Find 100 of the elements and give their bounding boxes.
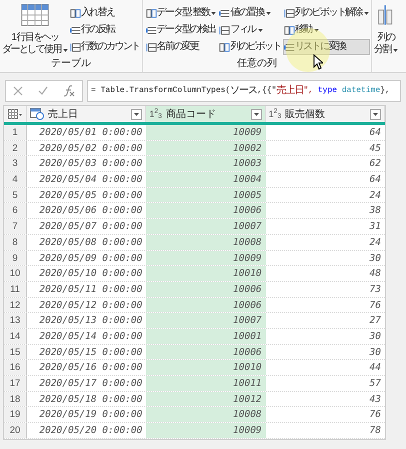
table-cell: 10012 bbox=[146, 392, 266, 406]
table-cell: 10006 bbox=[146, 298, 266, 312]
table-cell-text: 2020/05/15 0:00:00 bbox=[38, 346, 144, 360]
table-cell-text: 2020/05/06 0:00:00 bbox=[38, 204, 144, 218]
row-number: 10 bbox=[4, 266, 27, 281]
row-number: 9 bbox=[4, 250, 27, 266]
ribbon-button[interactable]: 値の置換 bbox=[218, 5, 282, 21]
button-label: 列の bbox=[378, 32, 394, 44]
row-number: 14 bbox=[4, 328, 27, 344]
split-column-button[interactable]: 列の 分割 bbox=[374, 0, 398, 72]
table-cell-text: 38 bbox=[368, 204, 382, 218]
table-cell-text: 2020/05/08 0:00:00 bbox=[38, 236, 144, 250]
table-cell-text: 64 bbox=[368, 126, 382, 140]
table-cell-text: 2020/05/16 0:00:00 bbox=[38, 361, 144, 375]
row-number: 5 bbox=[4, 188, 27, 202]
row-number: 12 bbox=[4, 298, 27, 312]
caret-icon bbox=[62, 48, 68, 52]
table-cell-text: 30 bbox=[368, 346, 382, 360]
toolbar-icon bbox=[146, 42, 157, 52]
table-cell: 10008 bbox=[146, 234, 266, 250]
column-header[interactable]: 1$^{2}$$_{3}$ 商品コード bbox=[146, 106, 266, 122]
ribbon-button[interactable]: 列のピボット bbox=[218, 39, 282, 55]
table-cell-text: 2020/05/05 0:00:00 bbox=[38, 188, 144, 202]
row-number: 20 bbox=[4, 423, 27, 438]
table-cell-text: 64 bbox=[368, 173, 382, 187]
table-cell-text: 2020/05/09 0:00:00 bbox=[38, 252, 144, 266]
ribbon-button[interactable]: データ型: 整数 bbox=[144, 5, 218, 21]
table-cell-text: 30 bbox=[368, 252, 382, 266]
table-cell-text: 2020/05/14 0:00:00 bbox=[38, 330, 144, 344]
table-cell-text: 2020/05/10 0:00:00 bbox=[38, 267, 144, 281]
toolbar-icon bbox=[219, 24, 230, 36]
table-cell: 10006 bbox=[146, 203, 266, 218]
group-label: 任意の列 bbox=[236, 58, 277, 71]
filter-dropdown-icon[interactable] bbox=[250, 108, 262, 120]
ribbon-button[interactable]: フィル bbox=[218, 22, 282, 38]
check-icon[interactable] bbox=[38, 86, 48, 96]
row-number: 6 bbox=[4, 203, 27, 218]
table-cell-text: 43 bbox=[368, 392, 382, 406]
caret-icon bbox=[266, 12, 271, 14]
row-number: 15 bbox=[4, 344, 27, 360]
table-cell-text: 2020/05/02 0:00:00 bbox=[38, 142, 144, 156]
table-cell: 10008 bbox=[146, 407, 266, 422]
table-cell: 10009 bbox=[146, 250, 266, 266]
ribbon-button[interactable]: 行数のカウント bbox=[68, 39, 141, 55]
toolbar-icon bbox=[70, 42, 81, 52]
toolbar-icon bbox=[146, 8, 157, 18]
row-number: 13 bbox=[4, 313, 27, 328]
table-cell-text: 31 bbox=[368, 220, 382, 234]
ribbon-button[interactable]: 入れ替え bbox=[68, 5, 141, 21]
table-cell-text: 48 bbox=[368, 267, 382, 281]
column-name: 売上日 bbox=[48, 108, 79, 122]
toolbar-icon bbox=[284, 24, 295, 36]
row-number: 3 bbox=[4, 156, 27, 172]
table-cell-text: 57 bbox=[368, 377, 382, 391]
toolbar-icon bbox=[219, 8, 230, 18]
table-cell-text: 24 bbox=[368, 236, 382, 250]
table-cell: 10006 bbox=[146, 282, 266, 297]
column-header[interactable]: 売上日 bbox=[27, 106, 146, 122]
table-cell-text: 73 bbox=[368, 282, 382, 297]
table-cell-text: 2020/05/01 0:00:00 bbox=[38, 126, 144, 140]
table-cell-text: 2020/05/13 0:00:00 bbox=[38, 314, 144, 328]
table-cell-text: 2020/05/03 0:00:00 bbox=[38, 157, 144, 172]
caret-icon bbox=[258, 28, 263, 32]
table-cell: 10003 bbox=[146, 156, 266, 172]
column-header[interactable]: 1$^{2}$$_{3}$ 販売個数 bbox=[266, 106, 385, 122]
table-cell-text: 76 bbox=[368, 298, 382, 312]
table-cell: 10011 bbox=[146, 376, 266, 391]
toolbar-icon bbox=[284, 8, 295, 18]
table-cell-text: 2020/05/12 0:00:00 bbox=[38, 298, 144, 312]
table-menu-icon[interactable] bbox=[8, 109, 22, 119]
ribbon-button[interactable]: 行の反転 bbox=[68, 22, 141, 38]
row-number: 17 bbox=[4, 376, 27, 391]
ribbon-button[interactable]: 移動 bbox=[282, 22, 370, 38]
table-cell-text: 2020/05/17 0:00:00 bbox=[38, 377, 144, 391]
table-cell: 10004 bbox=[146, 172, 266, 187]
split-column-icon bbox=[376, 4, 395, 26]
column-name: 販売個数 bbox=[285, 108, 326, 122]
toolbar-icon bbox=[70, 24, 81, 36]
close-icon[interactable] bbox=[13, 86, 24, 96]
table-cell: 10009 bbox=[146, 423, 266, 438]
formula-field[interactable]: = Table.TransformColumnTypes(ソース,{{"売上日", type datetime}, bbox=[87, 80, 401, 102]
row-number: 7 bbox=[4, 219, 27, 234]
table-cell: 10007 bbox=[146, 219, 266, 234]
caret-icon bbox=[211, 12, 216, 14]
calendar-clock-icon bbox=[30, 108, 44, 120]
group-label: テーブル bbox=[50, 58, 91, 71]
row-number: 19 bbox=[4, 407, 27, 422]
filter-dropdown-icon[interactable] bbox=[131, 108, 142, 120]
use-first-row-as-headers-button[interactable]: 1 行目をヘッ ダーとして使用 bbox=[2, 0, 68, 58]
function-icon[interactable] bbox=[62, 85, 75, 97]
table-cell-text: 2020/05/04 0:00:00 bbox=[38, 173, 144, 187]
ribbon-button[interactable]: データ型の検出 bbox=[144, 22, 218, 38]
table-cell-text: 44 bbox=[368, 361, 382, 375]
table-icon bbox=[20, 4, 49, 26]
ribbon-button[interactable]: 名前の変更 bbox=[144, 39, 218, 55]
toolbar-icon bbox=[70, 8, 81, 18]
ribbon-button[interactable]: 列のピボット解除 bbox=[282, 5, 370, 21]
filter-dropdown-icon[interactable] bbox=[370, 108, 381, 120]
table-cell: 10007 bbox=[146, 313, 266, 328]
row-number: 2 bbox=[4, 140, 27, 156]
